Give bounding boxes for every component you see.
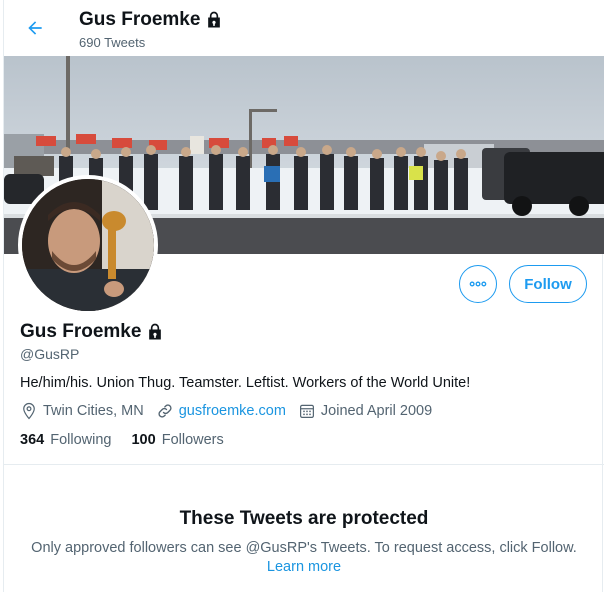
followers-count: 100: [131, 432, 156, 448]
follow-stats: 364 Following 100 Followers: [20, 432, 244, 448]
following-count: 364: [20, 432, 45, 448]
followers-stat[interactable]: 100 Followers: [131, 432, 223, 448]
profile-name-text: Gus Froemke: [20, 321, 142, 342]
followers-label: Followers: [161, 432, 224, 448]
join-date: Joined April 2009: [298, 402, 432, 420]
website[interactable]: gusfroemke.com: [156, 402, 286, 420]
learn-more-container: Learn more: [4, 559, 604, 575]
learn-more-link[interactable]: Learn more: [267, 559, 341, 575]
location: Twin Cities, MN: [20, 402, 144, 420]
header-name-text: Gus Froemke: [79, 9, 201, 30]
lock-icon: [149, 323, 162, 340]
follow-button[interactable]: Follow: [509, 265, 587, 303]
profile-bio: He/him/his. Union Thug. Teamster. Leftis…: [20, 375, 471, 391]
calendar-icon: [299, 404, 314, 418]
profile-name: Gus Froemke: [20, 321, 165, 343]
back-button[interactable]: [20, 13, 50, 43]
avatar[interactable]: [18, 175, 158, 315]
profile-header-bar: Gus Froemke 690 Tweets: [4, 0, 604, 56]
location-pin-icon: [23, 402, 35, 420]
link-icon: [158, 404, 172, 418]
lock-icon: [208, 11, 221, 28]
join-date-text: Joined April 2009: [320, 403, 433, 419]
more-options-button[interactable]: [459, 265, 497, 303]
following-stat[interactable]: 364 Following: [20, 432, 111, 448]
header-name: Gus Froemke: [79, 9, 224, 31]
profile-handle: @GusRP: [20, 346, 80, 362]
profile-page: Gus Froemke 690 Tweets Follow Gus Froemk…: [3, 0, 604, 592]
protected-title: These Tweets are protected: [179, 508, 429, 529]
following-label: Following: [50, 432, 112, 448]
arrow-left-icon: [28, 21, 42, 35]
website-link[interactable]: gusfroemke.com: [179, 403, 286, 419]
divider: [4, 464, 604, 465]
tweet-count: 690 Tweets: [79, 35, 146, 50]
more-icon: [469, 281, 487, 287]
location-text: Twin Cities, MN: [43, 403, 144, 419]
profile-meta: Twin Cities, MN gusfroemke.com Joined Ap…: [20, 402, 444, 420]
protected-description: Only approved followers can see @GusRP's…: [31, 540, 577, 556]
